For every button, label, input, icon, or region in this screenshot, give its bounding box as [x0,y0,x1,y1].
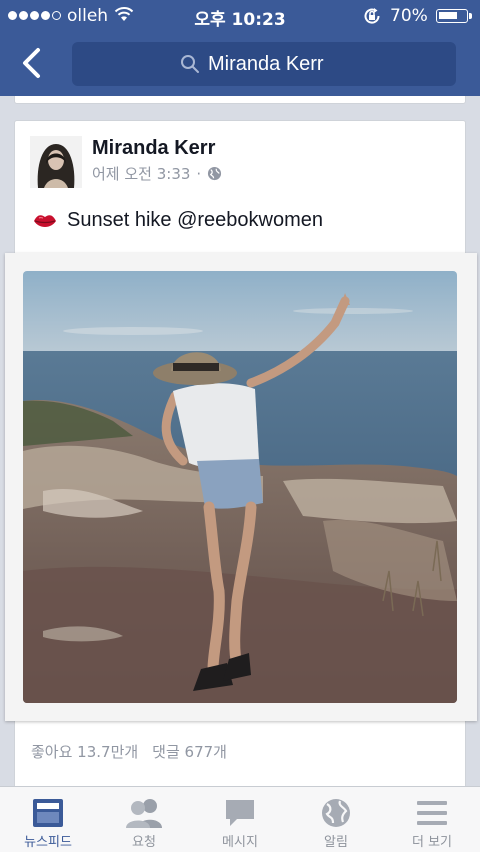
tab-label: 요청 [132,835,156,850]
kiss-mark-icon [34,214,56,227]
post-author[interactable]: Miranda Kerr [92,137,215,160]
comments-count[interactable]: 댓글 677개 [152,741,227,762]
news-feed[interactable]: Miranda Kerr 어제 오전 3:33 · Sunset hike @r… [0,96,480,786]
post-text-body: Sunset hike @reebokwomen [67,209,323,231]
previous-post-card [14,96,466,104]
notifications-globe-icon [322,799,350,827]
news-feed-icon [33,799,63,827]
battery-percent: 70% [390,6,428,26]
post-photo[interactable] [23,271,457,703]
tab-news-feed[interactable]: 뉴스피드 [0,787,96,852]
tab-label: 메시지 [222,835,258,850]
post-meta: 어제 오전 3:33 · [92,163,222,184]
likes-count[interactable]: 좋아요 13.7만개 [31,741,138,762]
post-stats: 좋아요 13.7만개 댓글 677개 [31,741,227,762]
app-header: olleh 오후 10:23 70% [0,0,480,96]
tab-label: 알림 [324,835,348,850]
chevron-left-icon[interactable] [14,44,50,82]
more-menu-icon [417,801,447,825]
search-input[interactable] [208,48,448,80]
status-bar: olleh 오후 10:23 70% [0,0,480,32]
globe-icon [208,166,222,181]
photo-frame [5,253,477,721]
post-card: Miranda Kerr 어제 오전 3:33 · Sunset hike @r… [5,120,477,786]
post-text: Sunset hike @reebokwomen [33,209,323,232]
search-bar[interactable] [72,42,456,86]
rotation-lock-icon [364,8,380,24]
messages-icon [226,800,254,826]
avatar[interactable] [30,136,82,188]
friend-requests-icon [126,799,162,828]
tab-messages[interactable]: 메시지 [192,787,288,852]
tab-notifications[interactable]: 알림 [288,787,384,852]
meta-separator: · [196,164,202,183]
tab-label: 뉴스피드 [24,835,72,850]
search-icon [181,55,199,73]
tab-requests[interactable]: 요청 [96,787,192,852]
battery-icon [436,9,472,23]
tab-label: 더 보기 [411,835,452,850]
tab-bar: 뉴스피드 요청 메시지 알림 더 보기 [0,786,480,852]
post-time[interactable]: 어제 오전 3:33 [92,163,190,184]
tab-more[interactable]: 더 보기 [384,787,480,852]
